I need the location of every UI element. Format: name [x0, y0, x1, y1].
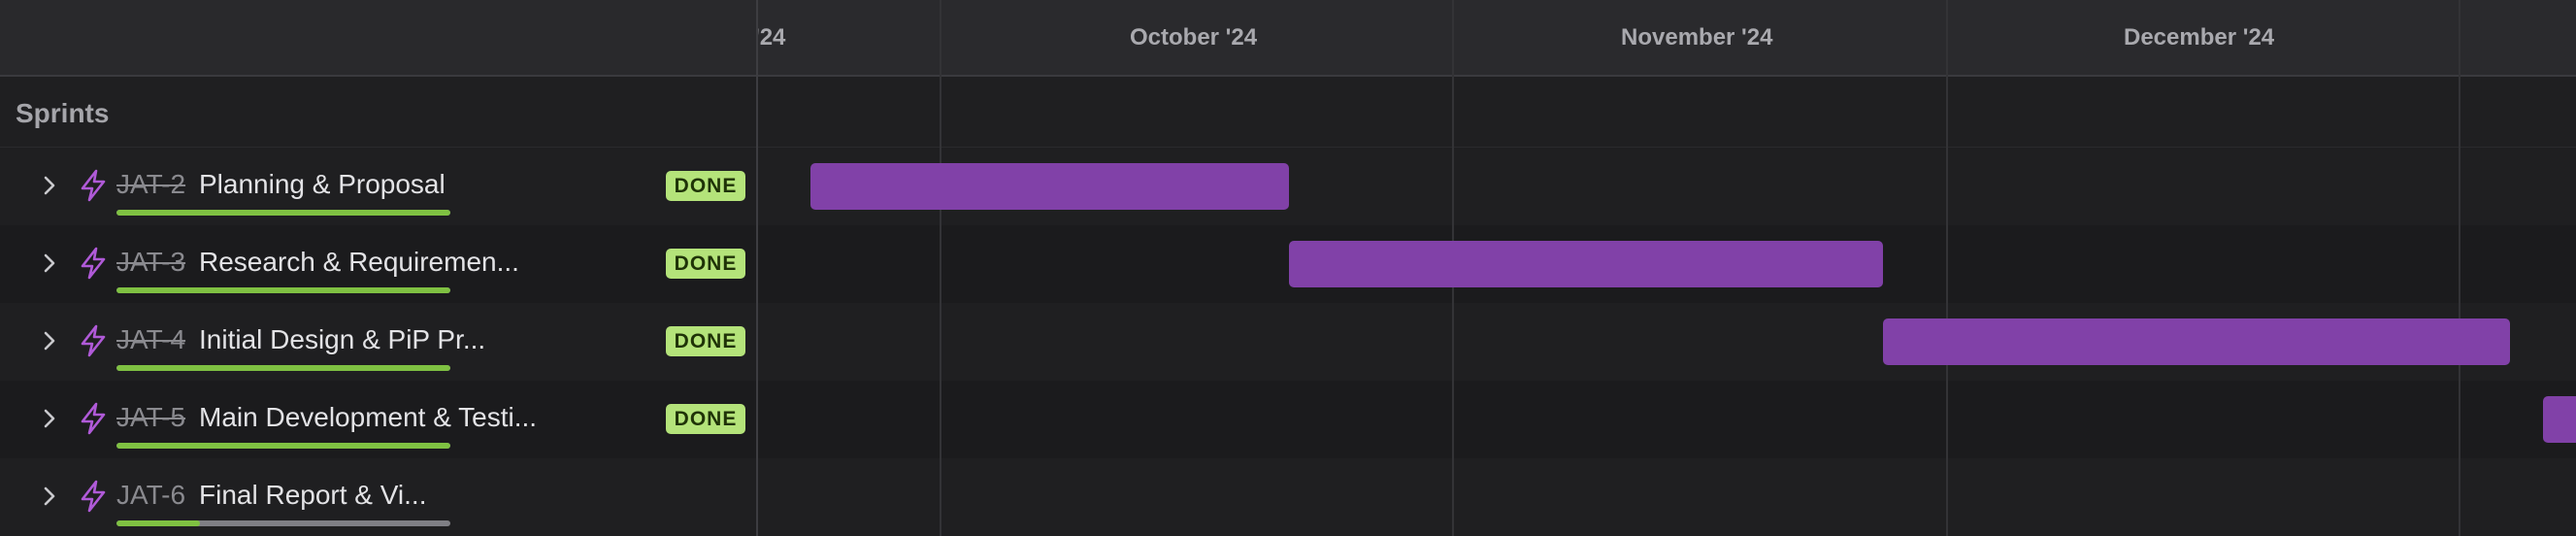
sprint-row[interactable]: JAT-2 Planning & Proposal DONE	[0, 148, 756, 225]
issue-key[interactable]: JAT-6	[116, 480, 185, 511]
sprint-row[interactable]: JAT-6 Final Report & Vi...	[0, 458, 756, 536]
progress-bar	[116, 443, 450, 449]
timeline-row	[758, 381, 2576, 458]
issue-key[interactable]: JAT-2	[116, 169, 185, 200]
timeline-row	[758, 458, 2576, 536]
status-badge[interactable]: DONE	[666, 171, 745, 201]
chevron-right-icon[interactable]	[37, 406, 62, 431]
status-badge[interactable]: DONE	[666, 249, 745, 279]
lightning-bolt-icon	[78, 480, 109, 513]
sprint-bar-jat-3[interactable]	[1289, 241, 1883, 287]
lightning-bolt-icon	[78, 324, 109, 357]
progress-bar	[116, 520, 450, 526]
issue-title[interactable]: Main Development & Testi...	[199, 402, 537, 433]
group-header-sprints[interactable]: Sprints	[0, 77, 756, 148]
month-label: '24	[758, 24, 786, 50]
issue-list-panel: Sprints JAT-2 Planning & Proposal DONE J…	[0, 0, 758, 536]
timeline-view: Sprints JAT-2 Planning & Proposal DONE J…	[0, 0, 2576, 536]
issue-key[interactable]: JAT-3	[116, 247, 185, 278]
lightning-bolt-icon	[78, 402, 109, 435]
chevron-right-icon[interactable]	[37, 328, 62, 353]
sprint-bar-jat-5[interactable]	[2543, 396, 2576, 443]
sprint-bar-jat-4[interactable]	[1883, 318, 2510, 365]
progress-bar	[116, 210, 450, 216]
month-label: December '24	[2124, 24, 2275, 50]
group-title: Sprints	[16, 98, 110, 128]
month-divider	[1946, 0, 1948, 536]
issue-title[interactable]: Final Report & Vi...	[199, 480, 426, 511]
status-badge[interactable]: DONE	[666, 326, 745, 356]
issue-title[interactable]: Planning & Proposal	[199, 169, 446, 200]
status-badge[interactable]: DONE	[666, 404, 745, 434]
month-label: November '24	[1621, 24, 1773, 50]
issue-key[interactable]: JAT-5	[116, 402, 185, 433]
chevron-right-icon[interactable]	[37, 173, 62, 198]
month-label: October '24	[1130, 24, 1258, 50]
timeline-group-row	[758, 77, 2576, 148]
lightning-bolt-icon	[78, 169, 109, 202]
issue-title[interactable]: Research & Requiremen...	[199, 247, 519, 278]
list-header	[0, 0, 756, 77]
issue-title[interactable]: Initial Design & PiP Pr...	[199, 324, 485, 355]
chevron-right-icon[interactable]	[37, 484, 62, 509]
progress-bar	[116, 287, 450, 293]
month-divider	[2459, 0, 2460, 536]
chevron-right-icon[interactable]	[37, 251, 62, 276]
sprint-bar-jat-2[interactable]	[810, 163, 1289, 210]
progress-bar	[116, 365, 450, 371]
lightning-bolt-icon	[78, 247, 109, 280]
timeline-grid[interactable]: '24 October '24 November '24 December '2…	[758, 0, 2576, 536]
month-divider	[940, 0, 941, 536]
issue-key[interactable]: JAT-4	[116, 324, 185, 355]
sprint-row[interactable]: JAT-4 Initial Design & PiP Pr... DONE	[0, 303, 756, 381]
sprint-row[interactable]: JAT-5 Main Development & Testi... DONE	[0, 381, 756, 458]
sprint-row[interactable]: JAT-3 Research & Requiremen... DONE	[0, 225, 756, 303]
